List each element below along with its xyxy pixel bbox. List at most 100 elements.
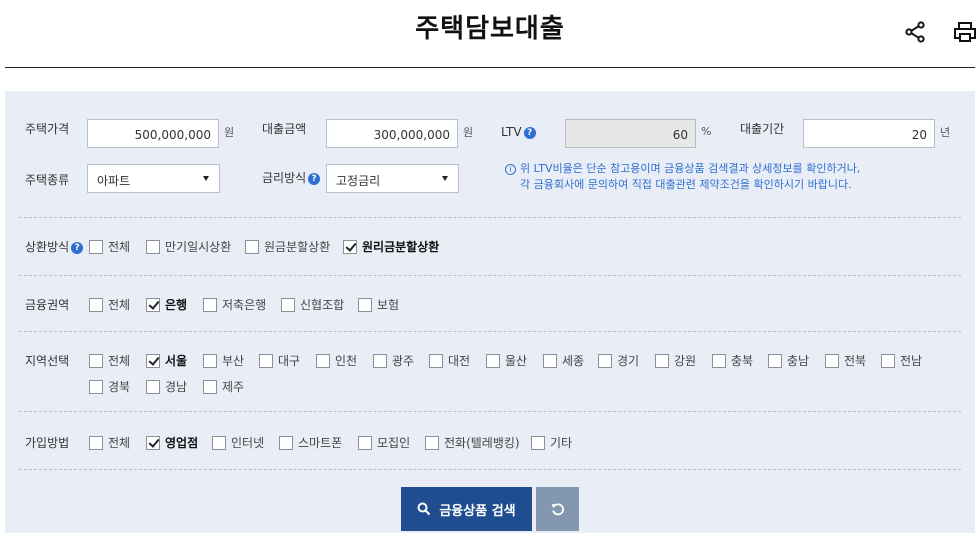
checkbox[interactable] xyxy=(373,353,387,368)
option-label: 전화(텔레뱅킹) xyxy=(444,436,520,450)
checkbox-checked[interactable] xyxy=(146,435,160,450)
option-label: 전남 xyxy=(900,354,923,368)
region-option-gyeonggi[interactable]: 경기 xyxy=(598,352,639,369)
house-price-input[interactable]: 500,000,000 xyxy=(87,119,219,148)
checkbox[interactable] xyxy=(89,297,103,312)
join-option-all[interactable]: 전체 xyxy=(89,434,130,451)
house-type-select[interactable]: 아파트 xyxy=(87,164,220,193)
checkbox[interactable] xyxy=(89,239,103,254)
checkbox[interactable] xyxy=(146,379,160,394)
ltv-help-icon[interactable]: ? xyxy=(523,127,536,139)
checkbox[interactable] xyxy=(89,435,103,450)
checkbox[interactable] xyxy=(245,239,259,254)
checkbox[interactable] xyxy=(486,353,500,368)
checkbox[interactable] xyxy=(89,379,103,394)
region-option-seoul[interactable]: 서울 xyxy=(146,352,187,369)
option-label: 강원 xyxy=(674,354,697,368)
region-option-chungbuk[interactable]: 충북 xyxy=(712,352,753,369)
checkbox[interactable] xyxy=(89,353,103,368)
checkbox[interactable] xyxy=(203,379,217,394)
region-option-ulsan[interactable]: 울산 xyxy=(486,352,527,369)
region-option-jeonnam[interactable]: 전남 xyxy=(881,352,922,369)
checkbox[interactable] xyxy=(358,297,372,312)
divider xyxy=(19,217,961,218)
option-label: 경북 xyxy=(108,380,131,394)
rate-type-value: 고정금리 xyxy=(336,174,381,188)
checkbox[interactable] xyxy=(358,435,372,450)
share-icon[interactable] xyxy=(903,20,927,44)
checkbox[interactable] xyxy=(429,353,443,368)
repayment-option-amortizing[interactable]: 원리금분할상환 xyxy=(343,238,439,255)
loan-period-input[interactable]: 20 xyxy=(803,119,935,148)
checkbox[interactable] xyxy=(881,353,895,368)
rate-type-help-icon[interactable]: ? xyxy=(308,173,321,185)
repayment-option-principal[interactable]: 원금분할상환 xyxy=(245,238,330,255)
divider xyxy=(19,469,961,470)
option-label: 인터넷 xyxy=(231,436,265,450)
checkbox[interactable] xyxy=(768,353,782,368)
checkbox[interactable] xyxy=(146,239,160,254)
option-label: 원리금분할상환 xyxy=(362,240,440,254)
repayment-option-all[interactable]: 전체 xyxy=(89,238,130,255)
region-option-all[interactable]: 전체 xyxy=(89,352,130,369)
checkbox[interactable] xyxy=(825,353,839,368)
region-option-gyeongbuk[interactable]: 경북 xyxy=(89,378,130,395)
region-option-daegu[interactable]: 대구 xyxy=(259,352,300,369)
region-option-daejeon[interactable]: 대전 xyxy=(429,352,470,369)
search-button[interactable]: 금융상품 검색 xyxy=(401,487,532,531)
checkbox[interactable] xyxy=(212,435,226,450)
option-label: 세종 xyxy=(562,354,585,368)
rate-type-label-text: 금리방식 xyxy=(262,171,307,185)
reset-button[interactable] xyxy=(536,487,579,531)
rate-type-select[interactable]: 고정금리 xyxy=(326,164,459,193)
checkbox[interactable] xyxy=(531,435,545,450)
sector-option-insurance[interactable]: 보험 xyxy=(358,296,399,313)
sector-option-credit-union[interactable]: 신협조합 xyxy=(281,296,344,313)
checkbox[interactable] xyxy=(259,353,273,368)
join-option-agent[interactable]: 모집인 xyxy=(358,434,410,451)
print-icon[interactable] xyxy=(953,20,977,44)
option-label: 신협조합 xyxy=(300,298,345,312)
join-option-internet[interactable]: 인터넷 xyxy=(212,434,264,451)
checkbox[interactable] xyxy=(279,435,293,450)
loan-period-unit: 년 xyxy=(940,126,951,139)
checkbox[interactable] xyxy=(203,297,217,312)
option-label: 은행 xyxy=(165,298,188,312)
join-option-branch[interactable]: 영업점 xyxy=(146,434,198,451)
option-label: 광주 xyxy=(392,354,415,368)
option-label: 전체 xyxy=(108,240,131,254)
checkbox[interactable] xyxy=(598,353,612,368)
repayment-help-icon[interactable]: ? xyxy=(71,242,84,254)
region-option-gwangju[interactable]: 광주 xyxy=(373,352,414,369)
region-option-sejong[interactable]: 세종 xyxy=(543,352,584,369)
checkbox[interactable] xyxy=(543,353,557,368)
sector-option-bank[interactable]: 은행 xyxy=(146,296,187,313)
checkbox[interactable] xyxy=(712,353,726,368)
region-option-busan[interactable]: 부산 xyxy=(203,352,244,369)
join-option-other[interactable]: 기타 xyxy=(531,434,572,451)
region-option-jeju[interactable]: 제주 xyxy=(203,378,244,395)
region-option-gangwon[interactable]: 강원 xyxy=(655,352,696,369)
sector-option-all[interactable]: 전체 xyxy=(89,296,130,313)
option-label: 모집인 xyxy=(377,436,411,450)
checkbox[interactable] xyxy=(281,297,295,312)
region-option-jeonbuk[interactable]: 전북 xyxy=(825,352,866,369)
sector-option-savings-bank[interactable]: 저축은행 xyxy=(203,296,266,313)
checkbox-checked[interactable] xyxy=(146,353,160,368)
loan-amount-input[interactable]: 300,000,000 xyxy=(326,119,458,148)
region-option-gyeongnam[interactable]: 경남 xyxy=(146,378,187,395)
info-icon: i xyxy=(505,164,516,175)
house-price-label: 주택가격 xyxy=(25,122,70,136)
checkbox-checked[interactable] xyxy=(343,239,357,254)
checkbox-checked[interactable] xyxy=(146,297,160,312)
checkbox[interactable] xyxy=(316,353,330,368)
repayment-option-bullet[interactable]: 만기일시상환 xyxy=(146,238,231,255)
checkbox[interactable] xyxy=(425,435,439,450)
region-option-incheon[interactable]: 인천 xyxy=(316,352,357,369)
checkbox[interactable] xyxy=(655,353,669,368)
option-label: 원금분할상환 xyxy=(264,240,331,254)
checkbox[interactable] xyxy=(203,353,217,368)
region-option-chungnam[interactable]: 충남 xyxy=(768,352,809,369)
join-option-smartphone[interactable]: 스마트폰 xyxy=(279,434,342,451)
join-option-telebanking[interactable]: 전화(텔레뱅킹) xyxy=(425,434,520,451)
